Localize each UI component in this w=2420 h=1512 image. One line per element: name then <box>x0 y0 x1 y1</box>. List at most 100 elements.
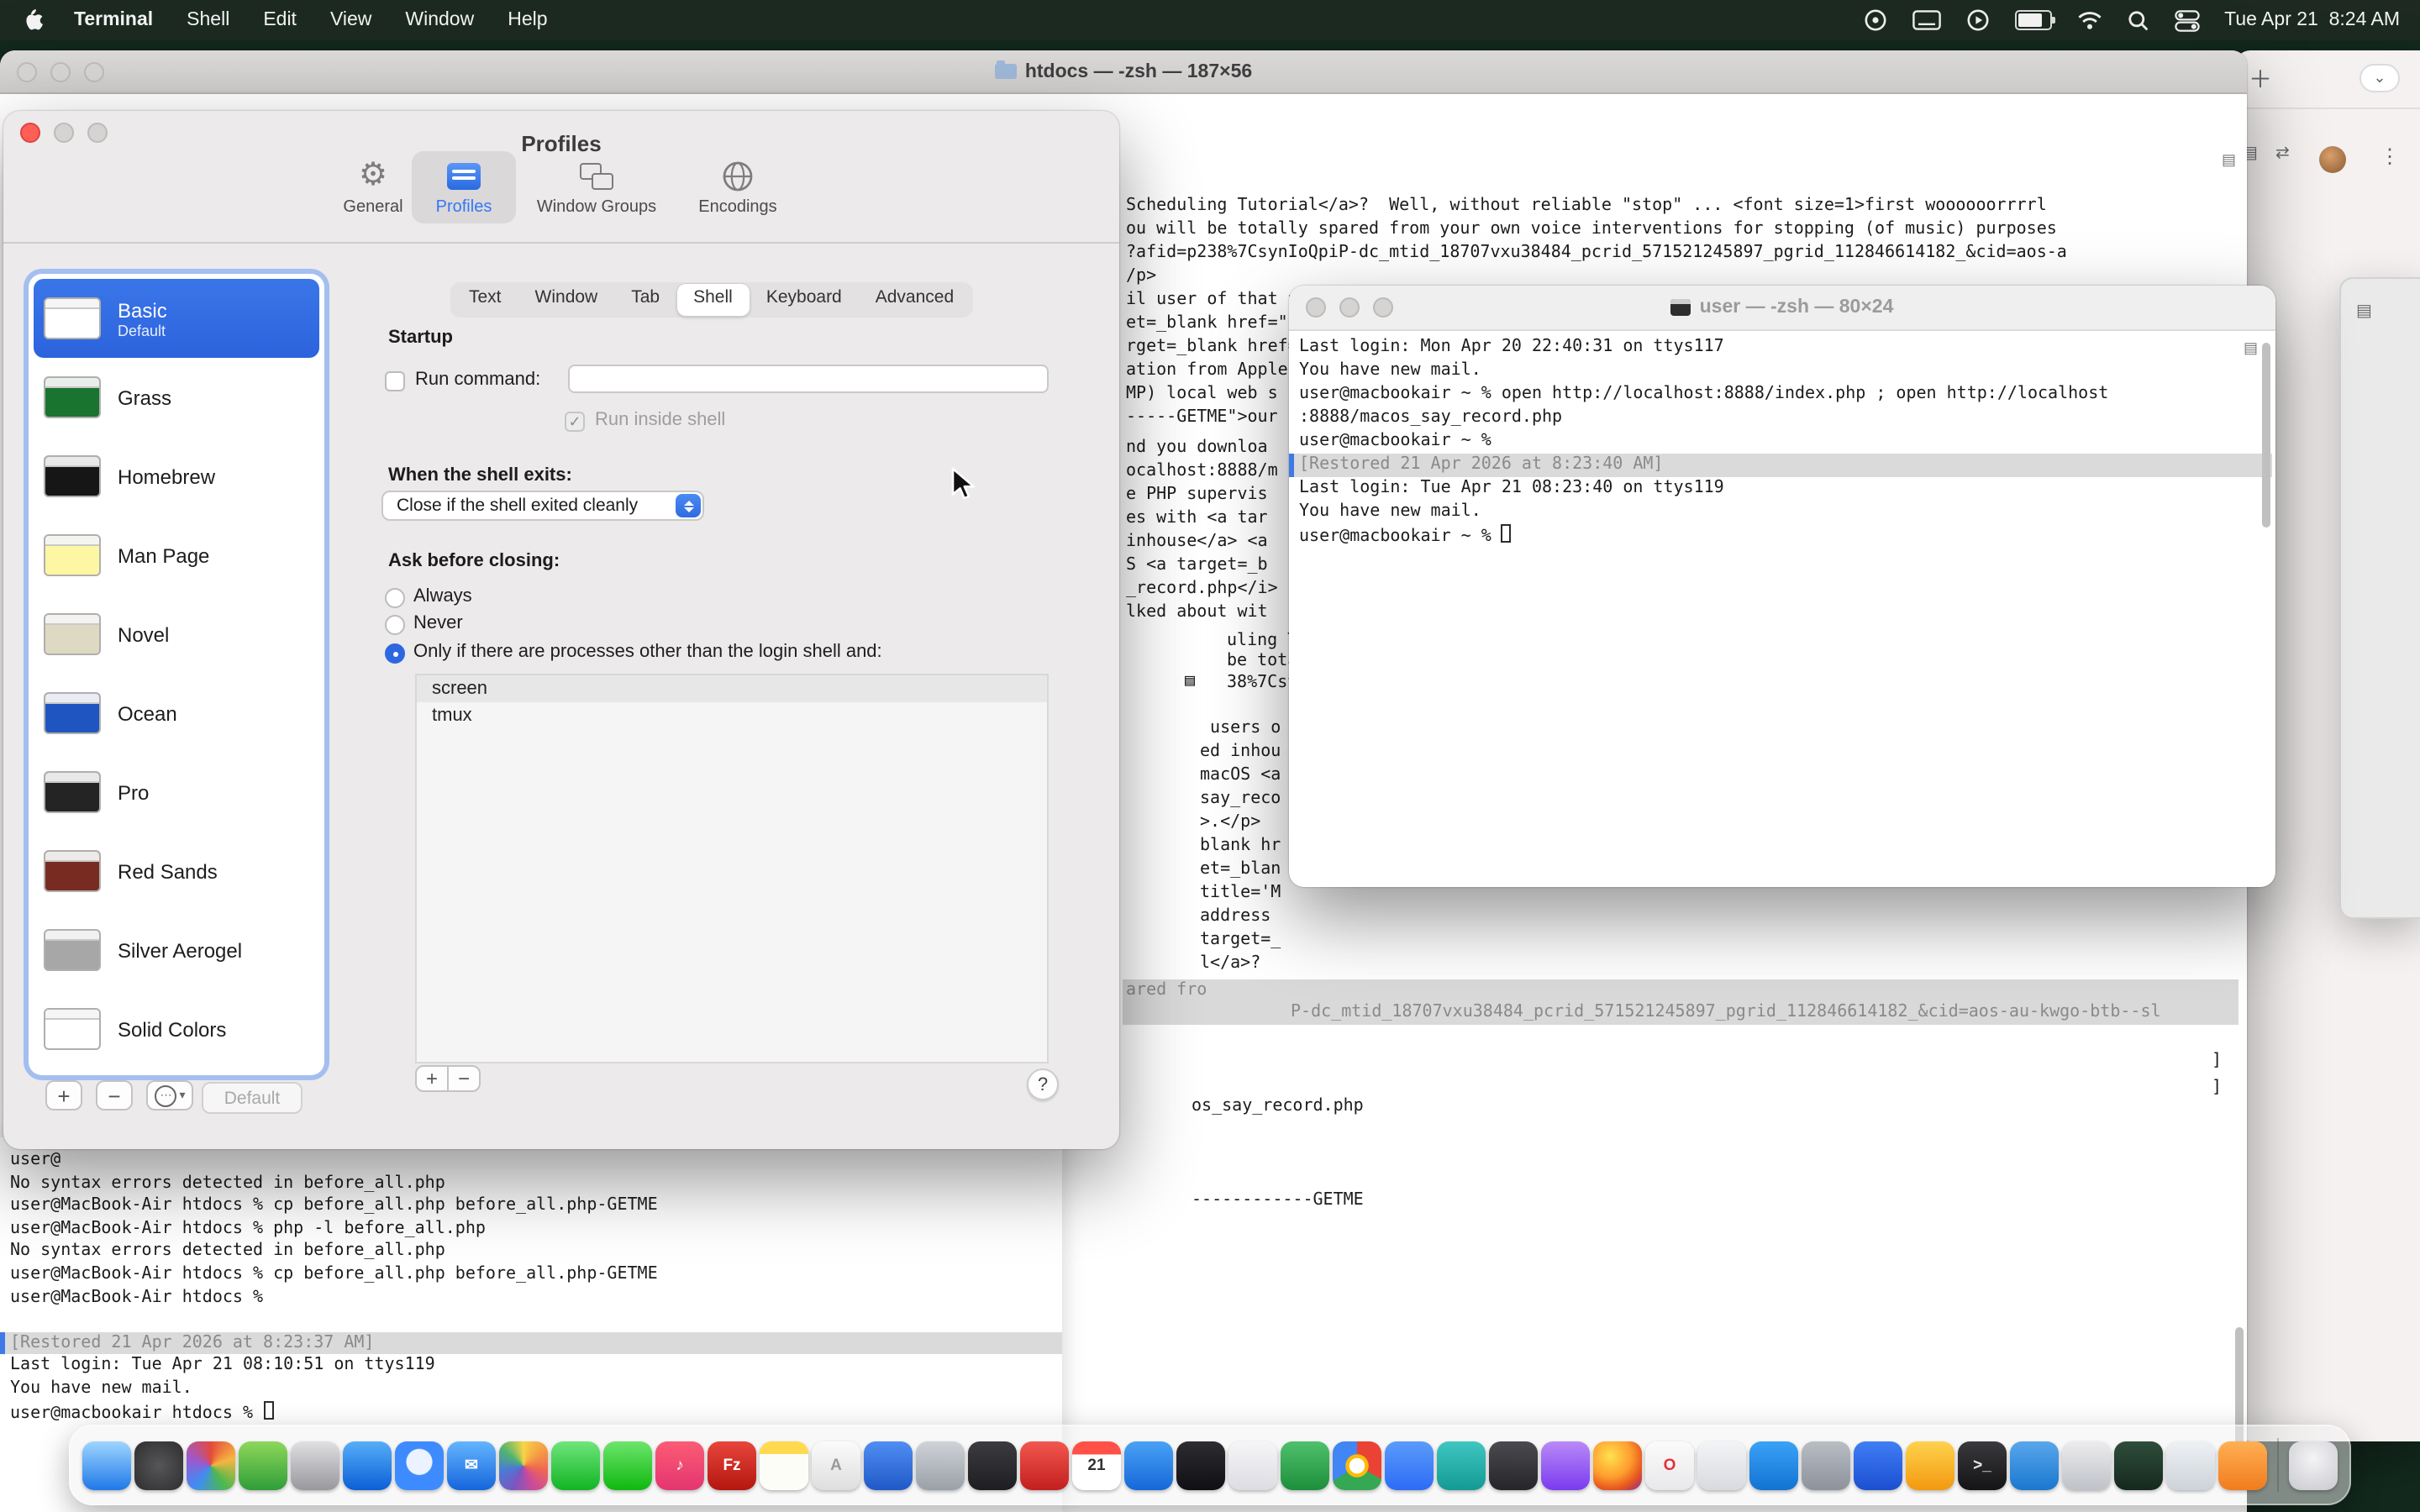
menubar-menu[interactable]: Edit <box>246 10 313 30</box>
active-app-menu[interactable]: Terminal <box>57 10 170 30</box>
tab-text[interactable]: Text <box>452 284 518 316</box>
dock-icon-finder[interactable] <box>82 1441 131 1489</box>
run-inside-shell-checkbox[interactable]: ✓ <box>565 412 585 432</box>
toolbar-item-window-groups[interactable]: Window Groups <box>528 151 666 223</box>
dock-icon-terminal[interactable]: >_ <box>1958 1441 2007 1489</box>
terminal-settings-window[interactable]: Profiles ⚙ General Profiles Window Group… <box>3 111 1119 1149</box>
process-add-button[interactable]: + <box>415 1065 449 1092</box>
profile-item-man-page[interactable]: Man Page <box>34 516 319 595</box>
dock-icon-messages[interactable] <box>603 1441 652 1489</box>
dock-icon-silver-app[interactable] <box>2062 1441 2111 1489</box>
dock-icon-photos[interactable] <box>499 1441 548 1489</box>
profile-item-silver-aerogel[interactable]: Silver Aerogel <box>34 911 319 990</box>
dock-icon-teal-app[interactable] <box>1437 1441 1486 1489</box>
control-center-icon[interactable] <box>2174 9 2199 31</box>
process-remove-button[interactable]: − <box>447 1065 481 1092</box>
radio-only-if-processes[interactable] <box>385 643 405 664</box>
dock-icon-notes[interactable] <box>760 1441 808 1489</box>
close-button[interactable] <box>20 123 40 143</box>
minimize-button[interactable] <box>50 61 71 81</box>
dock-icon-docker-app[interactable] <box>2010 1441 2059 1489</box>
dock-icon-chrome[interactable] <box>1333 1441 1381 1489</box>
profile-item-red-sands[interactable]: Red Sands <box>34 832 319 911</box>
dock-icon-red-media-app[interactable] <box>1020 1441 1069 1489</box>
profile-item-novel[interactable]: Novel <box>34 595 319 674</box>
kebab-menu-icon[interactable]: ⋮ <box>2380 144 2400 168</box>
remove-profile-button[interactable]: − <box>96 1080 133 1110</box>
minimize-button[interactable] <box>1339 297 1360 318</box>
radio-always[interactable] <box>385 588 405 608</box>
battery-icon[interactable] <box>2014 10 2051 30</box>
dock-icon-trash[interactable] <box>2289 1441 2338 1489</box>
dock-icon-textedit[interactable]: A <box>812 1441 860 1489</box>
tab-keyboard[interactable]: Keyboard <box>750 284 859 316</box>
keyboard-icon[interactable] <box>1912 10 1940 30</box>
wifi-icon[interactable] <box>2076 10 2102 30</box>
dock-icon-podcasts[interactable] <box>1541 1441 1590 1489</box>
profile-item-solid-colors[interactable]: Solid Colors <box>34 990 319 1068</box>
dock-icon-launchpad[interactable] <box>134 1441 183 1489</box>
dock-icon-blue-utility-app[interactable] <box>343 1441 392 1489</box>
menubar-menu[interactable]: View <box>313 10 388 30</box>
toolbar-item-profiles[interactable]: Profiles <box>412 151 516 223</box>
dock-icon-opera[interactable]: O <box>1645 1441 1694 1489</box>
dock-icon-light-map-app[interactable] <box>2166 1441 2215 1489</box>
process-list-item[interactable]: screen <box>417 675 1047 702</box>
scrollbar-thumb[interactable] <box>2262 343 2270 528</box>
dock-icon-blue-dev-app[interactable] <box>1854 1441 1902 1489</box>
tune-icon[interactable]: ⇄ <box>2275 144 2290 163</box>
dock-icon-colour-grid-app[interactable] <box>187 1441 235 1489</box>
profile-actions-menu-button[interactable]: ⋯▾ <box>146 1080 193 1110</box>
close-button[interactable] <box>1306 297 1326 318</box>
zoom-button[interactable] <box>84 61 104 81</box>
dock-icon-filezilla[interactable]: Fz <box>708 1441 756 1489</box>
menubar-menu[interactable]: Window <box>388 10 491 30</box>
dock-icon-gray-system-app[interactable] <box>1802 1441 1850 1489</box>
tab-advanced[interactable]: Advanced <box>859 284 971 316</box>
toolbar-item-encodings[interactable]: Encodings <box>679 151 797 223</box>
apple-menu-icon[interactable] <box>24 8 44 32</box>
zoom-button[interactable] <box>1373 297 1393 318</box>
dock-icon-mail[interactable]: ✉ <box>447 1441 496 1489</box>
dock-icon-dark-camera-app[interactable] <box>1176 1441 1225 1489</box>
zoom-button[interactable] <box>87 123 108 143</box>
tab-shell[interactable]: Shell <box>676 284 750 316</box>
dock-icon-green-dev-app[interactable] <box>1281 1441 1329 1489</box>
dock-icon-blue-cloud-app[interactable] <box>1124 1441 1173 1489</box>
process-list-item[interactable]: tmux <box>417 702 1047 729</box>
dock-icon-dark-pro-app[interactable] <box>968 1441 1017 1489</box>
dock-icon-safari[interactable] <box>395 1441 444 1489</box>
radio-never[interactable] <box>385 615 405 635</box>
dock-icon-gray-tool-app[interactable] <box>916 1441 965 1489</box>
dock-icon-music[interactable]: ♪ <box>655 1441 704 1489</box>
dock-icon-vscode[interactable] <box>1749 1441 1798 1489</box>
dock-icon-firefox[interactable] <box>1593 1441 1642 1489</box>
menu-bar-clock[interactable]: Tue Apr 21 8:24 AM <box>2224 10 2400 30</box>
run-command-checkbox[interactable] <box>385 371 405 391</box>
tab-tab[interactable]: Tab <box>614 284 676 316</box>
new-tab-icon[interactable]: ＋ <box>2249 62 2272 96</box>
avatar[interactable] <box>2319 146 2346 173</box>
dock-icon-blue-doc-app[interactable] <box>864 1441 913 1489</box>
default-button[interactable]: Default <box>202 1082 302 1114</box>
dock-icon-dark-green-app[interactable] <box>2114 1441 2163 1489</box>
dock-icon-white-photo-app[interactable] <box>1697 1441 1746 1489</box>
dock-icon-orange-browser-app[interactable] <box>2218 1441 2267 1489</box>
profile-item-basic[interactable]: BasicDefault <box>34 279 319 358</box>
close-button[interactable] <box>17 61 37 81</box>
window-titlebar[interactable]: htdocs — -zsh — 187×56 <box>0 50 2247 94</box>
profile-item-grass[interactable]: Grass <box>34 358 319 437</box>
tab-search-chevron-icon[interactable]: ⌄ <box>2360 64 2400 92</box>
now-playing-icon[interactable] <box>1965 8 1989 32</box>
shell-exits-dropdown[interactable]: Close if the shell exited cleanly <box>381 491 704 521</box>
dock-icon-orange-notes-app[interactable] <box>1906 1441 1954 1489</box>
terminal-window-user[interactable]: user — -zsh — 80×24 Last login: Mon Apr … <box>1289 286 2275 887</box>
help-button[interactable]: ? <box>1027 1068 1059 1100</box>
dock-icon-white-grid-app[interactable] <box>1228 1441 1277 1489</box>
logi-status-icon[interactable] <box>1863 8 1886 32</box>
dock-icon-dark-editor-app[interactable] <box>1489 1441 1538 1489</box>
minimize-button[interactable] <box>54 123 74 143</box>
window-titlebar[interactable]: user — -zsh — 80×24 <box>1289 286 2275 331</box>
run-command-input[interactable] <box>568 365 1049 393</box>
add-profile-button[interactable]: + <box>45 1080 82 1110</box>
